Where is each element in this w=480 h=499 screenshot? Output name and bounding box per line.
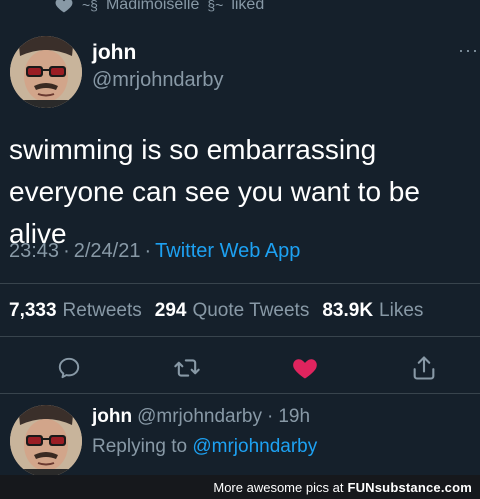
watermark-bar: More awesome pics at FUNsubstance.com xyxy=(0,475,480,499)
retweets-count[interactable]: 7,333 xyxy=(9,300,57,322)
quotes-label[interactable]: Quote Tweets xyxy=(192,300,309,322)
heart-icon xyxy=(55,0,73,13)
tweet-source-link[interactable]: Twitter Web App xyxy=(155,240,300,263)
tweet-stats: 7,333 Retweets 294 Quote Tweets 83.9K Li… xyxy=(9,300,430,322)
reply-display-name[interactable]: john xyxy=(92,406,132,428)
more-dots-icon[interactable]: ··· xyxy=(458,40,479,61)
quotes-count[interactable]: 294 xyxy=(155,300,187,322)
reply-age: 19h xyxy=(278,406,311,427)
replying-mention-link[interactable]: @mrjohndarby xyxy=(192,436,317,457)
liked-banner: ~§ Madimoiselle §~ liked xyxy=(54,0,264,16)
reply-header: john @mrjohndarby · 19h xyxy=(92,406,310,428)
display-name[interactable]: john xyxy=(92,41,136,65)
divider xyxy=(0,336,480,337)
watermark-text: More awesome pics at xyxy=(213,479,344,495)
likes-label[interactable]: Likes xyxy=(379,300,423,322)
heart-icon xyxy=(293,359,317,379)
divider xyxy=(0,283,480,284)
tweet-date: 2/24/21 xyxy=(73,240,141,262)
tweet-time: 23:43 xyxy=(9,240,60,262)
share-icon xyxy=(413,356,435,380)
tweet-text-line: swimming is so embarrassing xyxy=(9,134,377,165)
replying-to: Replying to @mrjohndarby xyxy=(92,436,317,458)
retweet-button[interactable] xyxy=(171,352,203,384)
share-button[interactable] xyxy=(408,352,440,384)
retweet-icon xyxy=(174,359,200,377)
reply-icon xyxy=(58,357,80,379)
likes-count[interactable]: 83.9K xyxy=(322,300,373,322)
liked-user[interactable]: Madimoiselle xyxy=(106,0,199,14)
meta-separator: · xyxy=(63,240,70,262)
retweets-label[interactable]: Retweets xyxy=(63,300,142,322)
watermark-brand: FUNsubstance.com xyxy=(347,479,472,495)
liked-action: liked xyxy=(231,0,265,13)
reply-handle[interactable]: @mrjohndarby xyxy=(137,406,262,428)
avatar[interactable] xyxy=(10,36,82,108)
like-button[interactable] xyxy=(289,352,321,384)
replying-prefix: Replying to xyxy=(92,436,188,457)
tweet-meta: 23:43 · 2/24/21 · Twitter Web App xyxy=(9,240,300,263)
reply-separator: · xyxy=(267,406,274,427)
user-handle[interactable]: @mrjohndarby xyxy=(92,69,223,92)
avatar[interactable] xyxy=(10,405,82,477)
divider xyxy=(0,393,480,394)
meta-separator: · xyxy=(144,240,152,262)
decorative-swirl-icon: ~§ xyxy=(82,0,98,13)
decorative-swirl-icon: §~ xyxy=(207,0,224,13)
reply-button[interactable] xyxy=(53,352,85,384)
tweet-text: swimming is so embarrassing everyone can… xyxy=(9,129,479,255)
